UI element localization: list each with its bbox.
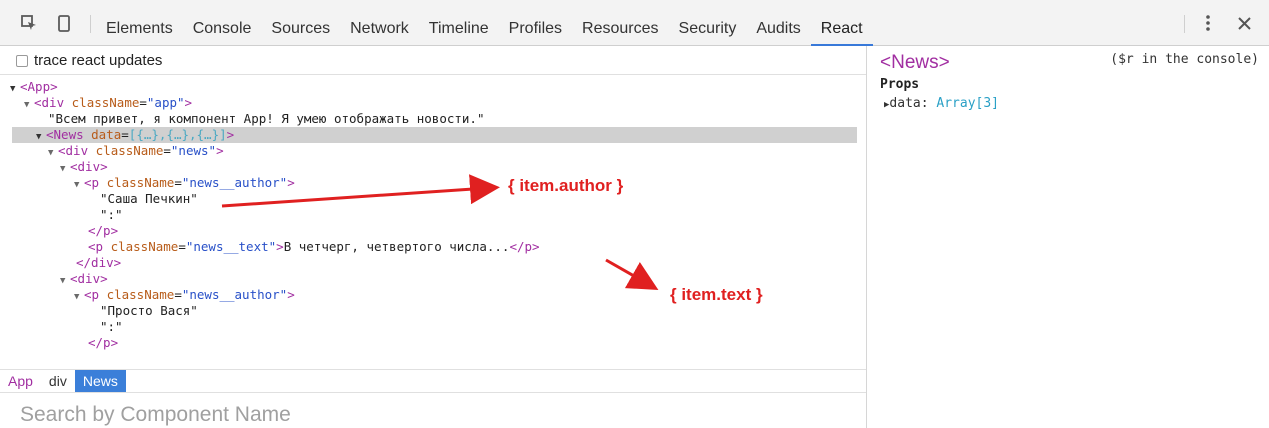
prop-data-row[interactable]: ▶data: Array[3] <box>884 96 999 111</box>
tree-row-text[interactable]: "Всем привет, я компонент App! Я умею от… <box>48 111 485 127</box>
cursor-select-icon[interactable] <box>18 0 40 46</box>
tree-row-p-author-1[interactable]: ▼ <p className="news__author"> <box>74 175 295 191</box>
console-hint: ($r in the console) <box>1110 52 1259 67</box>
expand-triangle-icon[interactable]: ▼ <box>10 81 20 97</box>
component-tree-pane: trace react updates ▼ <App> ▼ <div classNa… <box>0 46 867 428</box>
toolbar-separator <box>90 15 91 33</box>
tree-row-div-2[interactable]: ▼ <div> <box>60 271 108 287</box>
breadcrumb: App div News <box>0 369 866 393</box>
close-icon[interactable] <box>1234 0 1254 46</box>
tab-elements[interactable]: Elements <box>96 0 183 46</box>
expand-triangle-icon[interactable]: ▼ <box>74 289 84 305</box>
trace-updates-checkbox[interactable] <box>16 55 28 67</box>
expand-triangle-icon[interactable]: ▼ <box>24 97 34 113</box>
devtools-toolbar: Elements Console Sources Network Timelin… <box>0 0 1269 46</box>
tree-row-app[interactable]: ▼ <App> <box>10 79 58 95</box>
toolbar-separator-right <box>1184 15 1185 33</box>
expand-triangle-icon[interactable]: ▼ <box>74 177 84 193</box>
annotation-text: { item.text } <box>670 285 763 304</box>
tab-react[interactable]: React <box>810 0 873 46</box>
trace-updates-label[interactable]: trace react updates <box>34 52 162 69</box>
tree-row-p-close-1[interactable]: </p> <box>88 223 118 239</box>
expand-triangle-icon[interactable]: ▼ <box>48 145 58 161</box>
expand-triangle-icon[interactable]: ▼ <box>36 129 46 145</box>
tree-row-news-selected[interactable]: ▼ <News data=[{…},{…},{…}]> <box>12 127 857 143</box>
breadcrumb-div[interactable]: div <box>41 370 75 392</box>
tree-row-div-app[interactable]: ▼ <div className="app"> <box>24 95 192 111</box>
tree-row-p-text[interactable]: <p className="news__text">В четчерг, чет… <box>88 239 540 255</box>
search-input[interactable]: Search by Component Name <box>20 403 291 427</box>
tree-row-div-news[interactable]: ▼ <div className="news"> <box>48 143 224 159</box>
tab-profiles[interactable]: Profiles <box>499 0 572 46</box>
component-tree: ▼ <App> ▼ <div className="app"> "Всем прив… <box>0 79 866 369</box>
mobile-device-icon[interactable] <box>54 0 74 46</box>
tree-row-div-close-1[interactable]: </div> <box>76 255 121 271</box>
tree-row-author-text-1[interactable]: "Саша Печкин" <box>100 191 198 207</box>
expand-triangle-icon[interactable]: ▼ <box>60 273 70 289</box>
tab-network[interactable]: Network <box>340 0 419 46</box>
tree-row-colon-1[interactable]: ":" <box>100 207 123 223</box>
tab-sources[interactable]: Sources <box>261 0 340 46</box>
expand-triangle-icon[interactable]: ▼ <box>60 161 70 177</box>
tree-row-div-1[interactable]: ▼ <div> <box>60 159 108 175</box>
props-pane: <News> ($r in the console) Props ▶data: … <box>868 46 1269 428</box>
tab-audits[interactable]: Audits <box>746 0 810 46</box>
tab-timeline[interactable]: Timeline <box>419 0 499 46</box>
tree-row-p-close-2[interactable]: </p> <box>88 335 118 351</box>
tab-console[interactable]: Console <box>183 0 262 46</box>
breadcrumb-news[interactable]: News <box>74 370 126 392</box>
panel-tabs: Elements Console Sources Network Timelin… <box>96 0 873 46</box>
annotation-author: { item.author } <box>508 176 624 195</box>
tree-row-p-author-2[interactable]: ▼ <p className="news__author"> <box>74 287 295 303</box>
trace-updates-row: trace react updates <box>0 46 866 75</box>
props-heading: Props <box>880 77 920 92</box>
tab-security[interactable]: Security <box>669 0 747 46</box>
tab-resources[interactable]: Resources <box>572 0 668 46</box>
breadcrumb-app[interactable]: App <box>0 370 41 392</box>
vertical-dots-icon[interactable] <box>1198 0 1218 46</box>
selected-component-title: <News> <box>880 52 950 73</box>
tree-row-author-text-2[interactable]: "Просто Вася" <box>100 303 198 319</box>
tree-row-colon-2[interactable]: ":" <box>100 319 123 335</box>
